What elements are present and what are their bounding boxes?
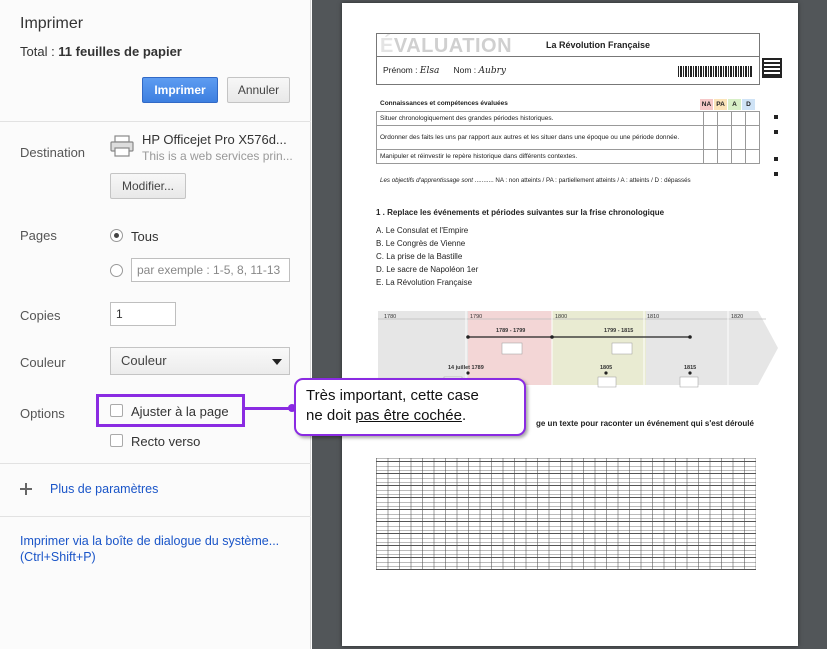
legend-text: Les objectifs d'apprentissage sont .....…: [380, 177, 691, 184]
list-item: B. Le Congrès de Vienne: [376, 239, 466, 248]
callout-emphasis: pas être cochée: [355, 407, 462, 424]
printer-name: HP Officejet Pro X576d...: [142, 132, 287, 147]
pages-range-radio[interactable]: [110, 264, 123, 277]
duplex-label: Recto verso: [131, 434, 201, 449]
bullet-mark: [774, 172, 778, 176]
prenom-label: Prénom :: [383, 65, 418, 75]
badge-na: NA: [700, 99, 713, 110]
period-label: 1789 - 1799: [496, 328, 525, 334]
writing-lines: [376, 458, 756, 570]
highlight-box: [96, 394, 245, 427]
badge-d: D: [742, 99, 755, 110]
callout-line-1: Très important, cette case: [306, 387, 479, 404]
plus-icon: [20, 483, 32, 495]
bullet-mark: [774, 157, 778, 161]
legend-prefix: Les objectifs d'apprentissage sont: [380, 177, 474, 184]
divider: [376, 56, 760, 57]
table-cell: Manipuler et réinvestir le repère histor…: [376, 149, 704, 164]
evaluation-subject: La Révolution Française: [546, 40, 651, 50]
pages-all-radio[interactable]: [110, 229, 123, 242]
system-dialog-shortcut[interactable]: (Ctrl+Shift+P): [20, 550, 96, 564]
nom-label: Nom :: [453, 65, 477, 75]
total-label: Total :: [20, 44, 59, 59]
more-settings-link[interactable]: Plus de paramètres: [50, 482, 158, 496]
timeline-year: 1820: [731, 314, 743, 320]
list-item: C. La prise de la Bastille: [376, 252, 463, 261]
table-row: Situer chronologiquement des grandes pér…: [376, 111, 760, 126]
competences-table: Situer chronologiquement des grandes pér…: [376, 111, 760, 164]
system-dialog-link[interactable]: Imprimer via la boîte de dialogue du sys…: [20, 534, 279, 548]
options-label: Options: [20, 406, 65, 421]
list-item: A. Le Consulat et l'Empire: [376, 226, 469, 235]
print-preview-area: ÉVALUATION La Révolution Française Préno…: [312, 0, 827, 649]
timeline-year: 1810: [647, 314, 659, 320]
legend-values: ........... NA : non atteints / PA : par…: [474, 177, 691, 184]
pages-range-input[interactable]: par exemple : 1-5, 8, 11-13: [131, 258, 290, 282]
question-2: ge un texte pour raconter un événement q…: [536, 419, 754, 428]
badge-a: A: [728, 99, 741, 110]
nom-value: Aubry: [478, 66, 506, 76]
evaluation-title: ÉVALUATION: [380, 35, 512, 58]
pages-all-label: Tous: [131, 229, 159, 244]
eval-title-letter: É: [380, 35, 394, 57]
list-item: E. La Révolution Française: [376, 278, 473, 287]
divider: [0, 121, 311, 122]
barcode-image: [678, 66, 752, 77]
color-select-value: Couleur: [121, 353, 167, 368]
duplex-checkbox[interactable]: [110, 434, 123, 447]
table-row: Ordonner des faits les uns par rapport a…: [376, 125, 760, 150]
qr-code-image: [762, 58, 782, 78]
competences-heading: Connaissances et compétences évaluées: [380, 100, 508, 107]
copies-label: Copies: [20, 308, 61, 323]
sheet-total: Total : 11 feuilles de papier: [20, 44, 182, 59]
panel-title: Imprimer: [20, 15, 84, 32]
period-label: 1799 - 1815: [604, 328, 633, 334]
preview-page: ÉVALUATION La Révolution Française Préno…: [342, 3, 798, 646]
printer-description: This is a web services prin...: [142, 149, 292, 163]
change-destination-button[interactable]: Modifier...: [110, 173, 186, 199]
question-1: 1 . Replace les événements et périodes s…: [376, 208, 665, 217]
event-date: 1815: [684, 365, 696, 371]
print-button[interactable]: Imprimer: [142, 77, 218, 103]
bullet-mark: [774, 130, 778, 134]
cancel-button[interactable]: Annuler: [227, 77, 290, 103]
divider: [0, 516, 311, 517]
total-value: 11 feuilles de papier: [58, 44, 182, 59]
timeline-year: 1780: [384, 314, 396, 320]
timeline-year: 1790: [470, 314, 482, 320]
divider: [0, 463, 311, 464]
table-row: Manipuler et réinvestir le repère histor…: [376, 149, 760, 164]
printer-icon: [110, 135, 134, 157]
print-settings-panel: Imprimer Total : 11 feuilles de papier I…: [0, 0, 311, 649]
student-name: Prénom : Elsa Nom : Aubry: [383, 65, 506, 76]
table-cell: Ordonner des faits les uns par rapport a…: [376, 125, 704, 150]
eval-title-rest: VALUATION: [393, 35, 513, 57]
list-item: D. Le sacre de Napoléon 1er: [376, 265, 479, 274]
table-cell: Situer chronologiquement des grandes pér…: [376, 111, 704, 126]
bullet-mark: [774, 115, 778, 119]
timeline-year: 1800: [555, 314, 567, 320]
callout-line-2: ne doit pas être cochée.: [306, 406, 514, 426]
callout-text: .: [461, 407, 467, 424]
color-select[interactable]: Couleur: [110, 347, 290, 375]
badge-pa: PA: [714, 99, 727, 110]
destination-label: Destination: [20, 145, 86, 160]
prenom-value: Elsa: [419, 66, 440, 76]
caret-down-icon: [272, 359, 282, 365]
event-date: 1805: [600, 365, 612, 371]
copies-input[interactable]: 1: [110, 302, 176, 326]
color-label: Couleur: [20, 355, 66, 370]
event-date: 14 juillet 1789: [448, 365, 484, 371]
annotation-callout: Très important, cette case ne doit pas ê…: [294, 378, 526, 436]
callout-text: ne doit: [306, 407, 356, 424]
pages-label: Pages: [20, 228, 57, 243]
